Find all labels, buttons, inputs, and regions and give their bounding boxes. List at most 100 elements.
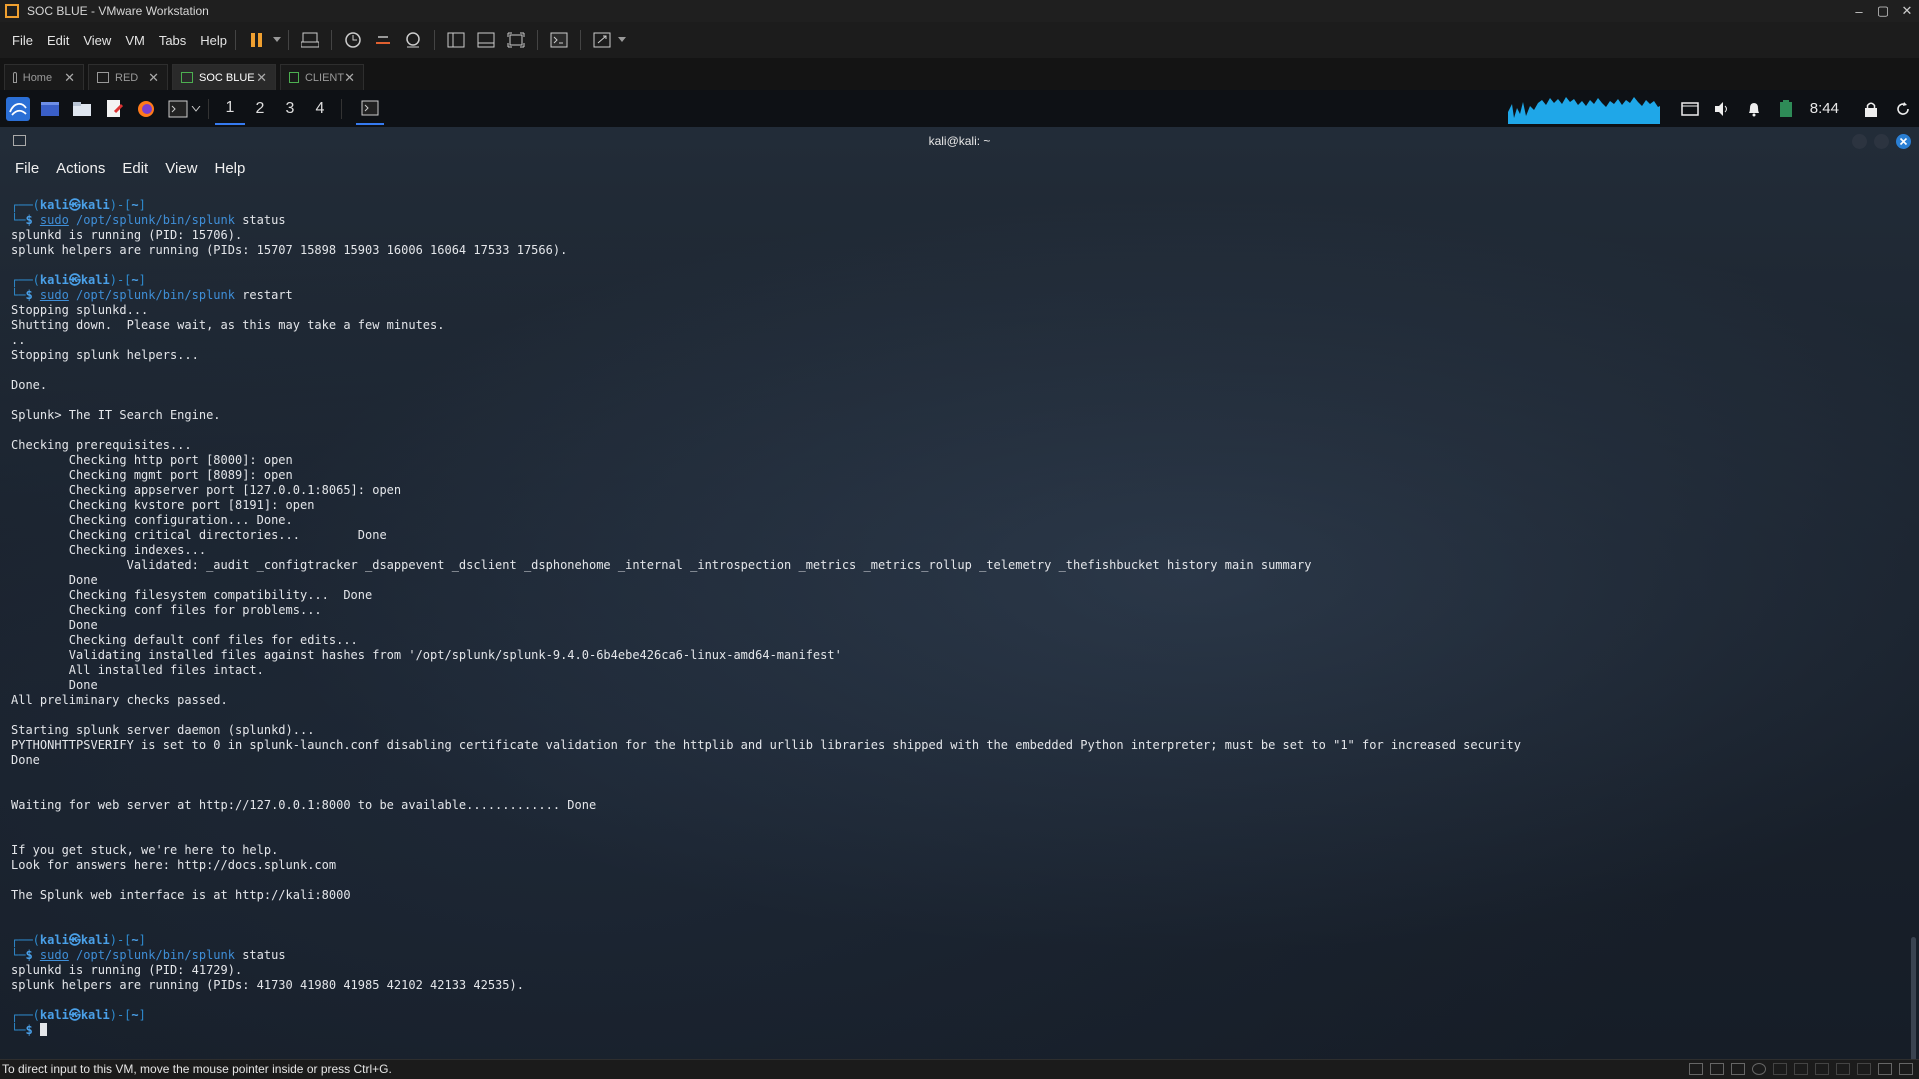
maximize-button[interactable]: ▢ (1871, 0, 1895, 22)
logout-icon[interactable] (1891, 97, 1915, 121)
close-tab-icon[interactable]: ✕ (344, 70, 355, 86)
terminal-title-bar: kali@kali: ~ (0, 127, 1919, 155)
menu-vm[interactable]: VM (125, 33, 145, 48)
pause-icon[interactable] (246, 29, 268, 51)
close-tab-icon[interactable]: ✕ (64, 70, 75, 86)
terminal-menu-view[interactable]: View (165, 160, 197, 177)
kali-menu-icon[interactable] (6, 96, 30, 121)
menu-edit[interactable]: Edit (47, 33, 69, 48)
status-message: To direct input to this VM, move the mou… (2, 1062, 392, 1076)
file-manager-icon[interactable] (70, 97, 94, 121)
terminal-window-icon (13, 135, 26, 146)
show-desktop-icon[interactable] (38, 97, 62, 121)
tab-label: RED (115, 71, 139, 84)
menu-tabs[interactable]: Tabs (159, 33, 186, 48)
terminal-menubar: File Actions Edit View Help (0, 155, 247, 181)
snapshot-icon[interactable] (342, 29, 364, 51)
chevron-down-icon[interactable] (190, 97, 202, 121)
chevron-down-icon[interactable] (617, 29, 627, 51)
usb-device-icon[interactable] (1794, 1063, 1808, 1075)
workspace-2[interactable]: 2 (245, 93, 275, 125)
terminal-window-button[interactable] (356, 93, 384, 125)
hard-disk-icon[interactable] (1689, 1063, 1703, 1075)
chevron-down-icon[interactable] (272, 29, 282, 51)
terminal-window[interactable]: kali@kali: ~ File Actions Edit View Help… (0, 127, 1919, 1077)
usb-device-icon[interactable] (1815, 1063, 1829, 1075)
cd-dvd-icon[interactable] (1752, 1063, 1766, 1075)
usb-device-icon[interactable] (1773, 1063, 1787, 1075)
home-icon (13, 72, 17, 83)
device-tray (1689, 1063, 1913, 1075)
close-window-button[interactable]: ✕ (1895, 0, 1919, 22)
vm-running-icon (289, 72, 299, 83)
panel-tray: 8:44 (1507, 90, 1919, 127)
minimize-button[interactable]: – (1847, 0, 1871, 22)
lock-icon[interactable] (1859, 97, 1883, 121)
workspace-1[interactable]: 1 (215, 93, 245, 125)
bluetooth-icon[interactable] (1836, 1063, 1850, 1075)
text-cursor (39, 1023, 47, 1036)
cpu-graph (1507, 93, 1660, 124)
menu-view[interactable]: View (83, 33, 111, 48)
close-terminal-button[interactable] (1896, 134, 1911, 149)
clock[interactable]: 8:44 (1810, 100, 1839, 117)
vm-running-icon (181, 72, 193, 83)
full-screen-icon[interactable] (505, 29, 527, 51)
menu-file[interactable]: File (12, 33, 33, 48)
toolbar-separator (537, 30, 539, 50)
prompt-block-3: ┌──(kali㉿kali)-[~] └─$ sudo /opt/splunk/… (11, 933, 286, 962)
terminal-menu-edit[interactable]: Edit (122, 160, 148, 177)
terminal-menu-actions[interactable]: Actions (56, 160, 105, 177)
display-icon[interactable] (1678, 97, 1702, 121)
notifications-icon[interactable] (1742, 97, 1766, 121)
tab-soc-blue[interactable]: SOC BLUE ✕ (172, 64, 276, 90)
toolbar-separator (580, 30, 582, 50)
tab-label: Home (22, 71, 53, 84)
display-icon[interactable] (1878, 1063, 1892, 1075)
terminal-launcher-icon[interactable] (166, 97, 190, 121)
close-tab-icon[interactable]: ✕ (148, 70, 159, 86)
maximize-terminal-button[interactable] (1874, 134, 1889, 149)
vmware-status-bar: To direct input to this VM, move the mou… (0, 1059, 1919, 1079)
sound-card-icon[interactable] (1731, 1063, 1745, 1075)
power-manager-icon[interactable] (1774, 97, 1798, 121)
vmware-title-bar: SOC BLUE - VMware Workstation – ▢ ✕ (0, 0, 1919, 22)
stretch-guest-icon[interactable] (591, 29, 613, 51)
panel-separator (208, 98, 209, 119)
tab-home[interactable]: Home ✕ (4, 64, 84, 90)
minimize-terminal-button[interactable] (1852, 134, 1867, 149)
command-output: splunkd is running (PID: 41729). splunk … (11, 963, 524, 992)
prompt-block-4: ┌──(kali㉿kali)-[~] └─$ (11, 1008, 146, 1037)
printer-icon[interactable] (1857, 1063, 1871, 1075)
network-adapter-icon[interactable] (1710, 1063, 1724, 1075)
close-tab-icon[interactable]: ✕ (256, 70, 267, 86)
menu-help[interactable]: Help (200, 33, 227, 48)
message-log-icon[interactable] (1899, 1063, 1913, 1075)
snapshot-manager-icon[interactable] (402, 29, 424, 51)
terminal-menu-file[interactable]: File (15, 160, 39, 177)
toolbar-separator (434, 30, 436, 50)
revert-snapshot-icon[interactable] (372, 29, 394, 51)
firefox-icon[interactable] (134, 97, 158, 121)
prompt-block-2: ┌──(kali㉿kali)-[~] └─$ sudo /opt/splunk/… (11, 273, 293, 302)
terminal-output[interactable]: ┌──(kali㉿kali)-[~] └─$ sudo /opt/splunk/… (11, 198, 1899, 1059)
send-ctrl-alt-del-icon[interactable] (299, 29, 321, 51)
thumbnail-bar-icon[interactable] (475, 29, 497, 51)
terminal-menu-help[interactable]: Help (214, 160, 245, 177)
console-view-icon[interactable] (548, 29, 570, 51)
workspace-4[interactable]: 4 (305, 93, 335, 125)
text-editor-icon[interactable] (102, 97, 126, 121)
show-library-icon[interactable] (445, 29, 467, 51)
terminal-title: kali@kali: ~ (928, 134, 991, 148)
toolbar-separator (235, 30, 237, 50)
kali-panel: 1 2 3 4 8:44 (0, 90, 1919, 127)
vm-icon (97, 72, 109, 83)
toolbar-separator (331, 30, 333, 50)
terminal-scrollbar[interactable] (1911, 937, 1916, 1077)
vm-tab-bar: Home ✕ RED ✕ SOC BLUE ✕ CLIENT ✕ (0, 58, 1919, 90)
prompt-block-1: ┌──(kali㉿kali)-[~] └─$ sudo /opt/splunk/… (11, 198, 286, 227)
workspace-3[interactable]: 3 (275, 93, 305, 125)
tab-client[interactable]: CLIENT ✕ (280, 64, 364, 90)
volume-icon[interactable] (1710, 97, 1734, 121)
tab-red[interactable]: RED ✕ (88, 64, 168, 90)
